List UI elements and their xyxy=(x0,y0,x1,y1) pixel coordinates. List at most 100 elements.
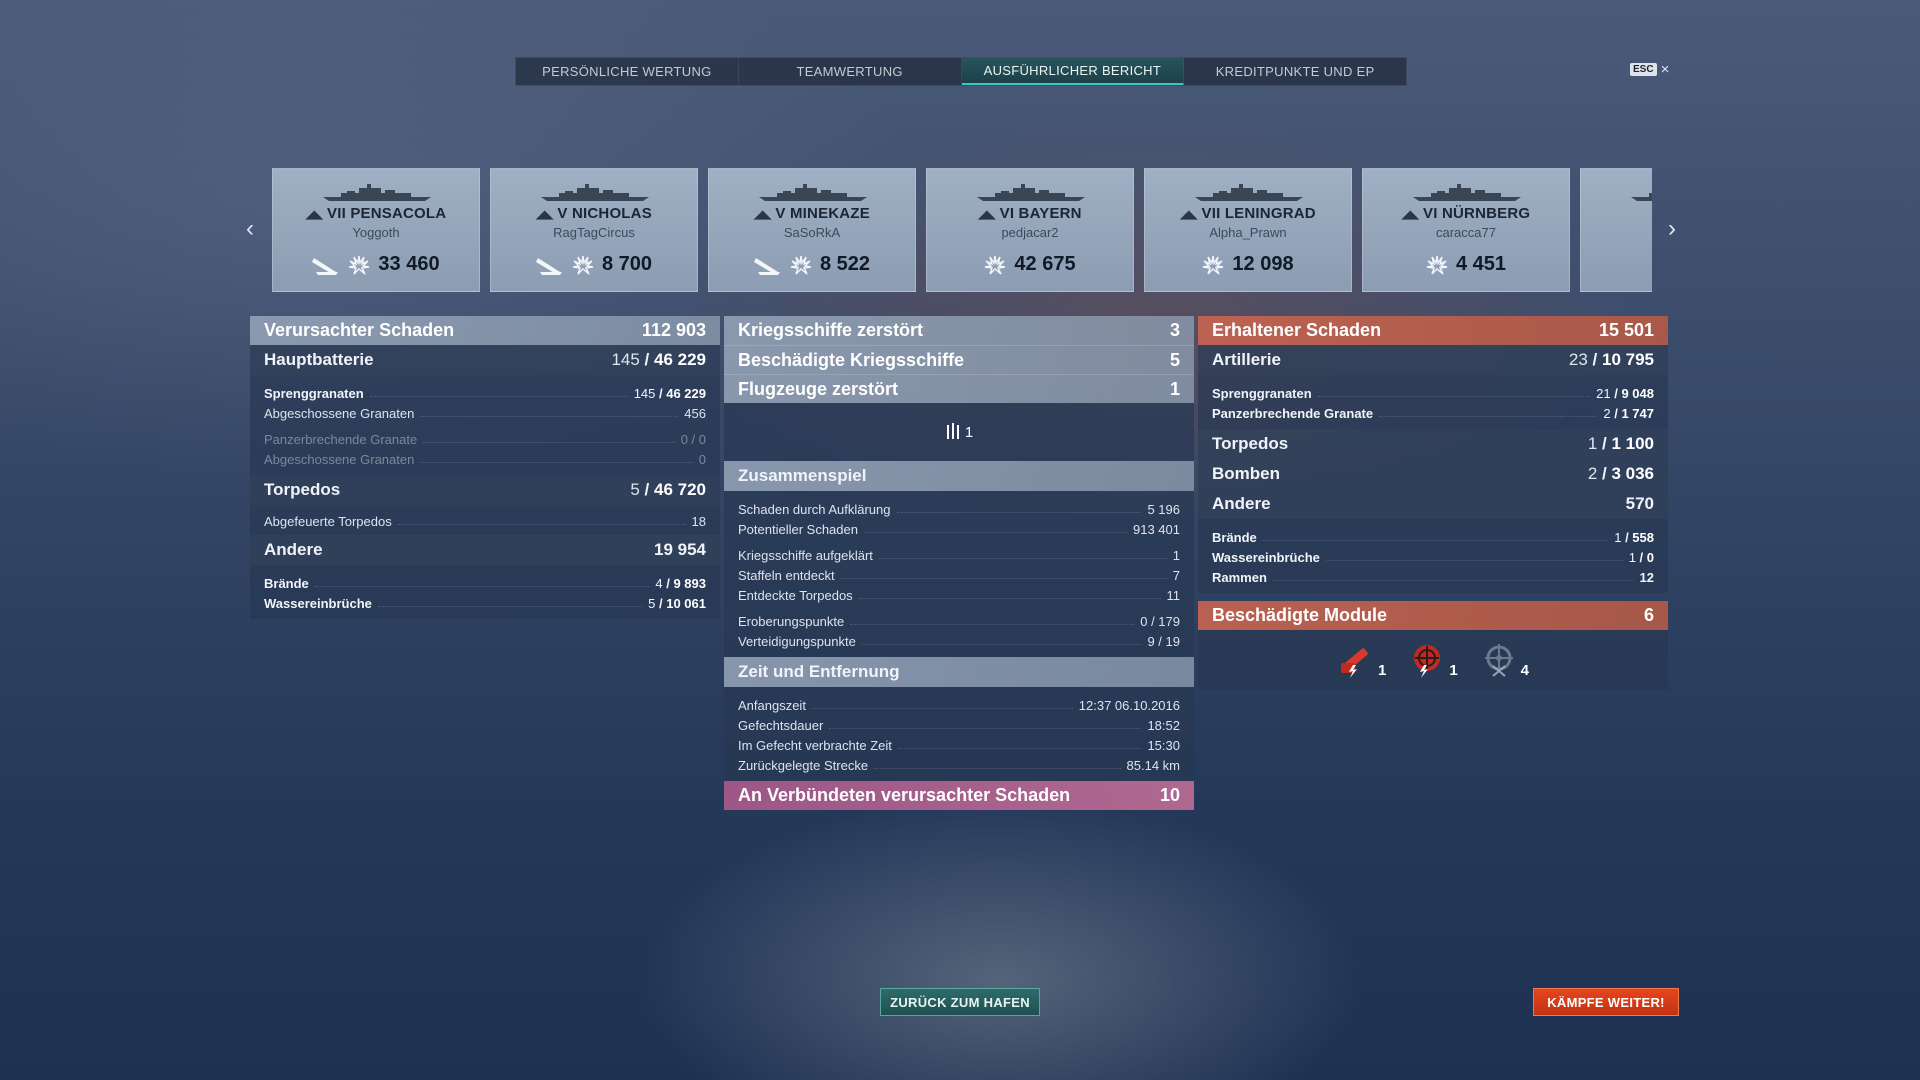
he-shells-row: Sprenggranaten 145 / 46 229 xyxy=(264,386,706,401)
damage-dealt-label: Verursachter Schaden xyxy=(264,320,455,340)
ship-name: ◢◣ VI NÜRNBERG xyxy=(1363,205,1569,222)
carousel-next-arrow-icon[interactable]: › xyxy=(1661,215,1683,242)
damaged-modules-icons: 1 1 4 xyxy=(1198,630,1668,690)
time-alive-row: Im Gefecht verbrachte Zeit 15:30 xyxy=(738,738,1180,753)
damage-dealt-header: Verursachter Schaden 112 903 xyxy=(250,316,720,345)
ship-name: ◢◣V xyxy=(1581,205,1652,222)
planes-destroyed-count: 1 xyxy=(964,423,974,441)
ship-class-icon: ◢◣ xyxy=(754,209,772,221)
capture-points-row: Eroberungspunkte 0 / 179 xyxy=(738,614,1180,629)
torpedos-spotted-row: Entdeckte Torpedos 11 xyxy=(738,588,1180,603)
squadrons-spotted-row: Staffeln entdeckt 7 xyxy=(738,568,1180,583)
artillery-header: Artillerie 23 / 10 795 xyxy=(1198,345,1668,375)
ship-class-icon: ◢◣ xyxy=(1180,209,1198,221)
fires-row: Brände 4 / 9 893 xyxy=(264,576,706,591)
ship-name-text: VI BAYERN xyxy=(999,205,1082,222)
ship-kill-icon xyxy=(312,257,339,275)
steering-module-item: 4 xyxy=(1480,641,1529,679)
other-damage-label: Andere xyxy=(264,540,323,559)
ap-fired-row: Abgeschossene Granaten 0 xyxy=(264,452,706,467)
engine-module-icon xyxy=(1414,645,1441,678)
ship-silhouette-icon xyxy=(1631,193,1652,201)
continue-fighting-button[interactable]: KÄMPFE WEITER! xyxy=(1533,988,1679,1016)
artillery-details: Sprenggranaten 21 / 9 048 Panzerbrechend… xyxy=(1198,375,1668,429)
damage-burst-icon xyxy=(790,255,812,275)
ship-damage-value: 12 098 xyxy=(1232,253,1294,275)
ship-name: ◢◣ V MINEKAZE xyxy=(709,205,915,222)
ap-shells-row: Panzerbrechende Granate 0 / 0 xyxy=(264,432,706,447)
ship-card[interactable]: ◢◣ VI BAYERN pedjacar2 42 675 xyxy=(926,168,1134,292)
ships-destroyed-row: Kriegsschiffe zerstört 3 xyxy=(724,316,1194,345)
ship-kill-icon xyxy=(535,257,562,275)
main-battery-details: Sprenggranaten 145 / 46 229 Abgeschossen… xyxy=(250,375,720,475)
ship-card[interactable]: ◢◣V xyxy=(1580,168,1652,292)
gun-module-icon xyxy=(1340,648,1368,678)
ship-card[interactable]: ◢◣ VII PENSACOLA Yoggoth 33 460 xyxy=(272,168,480,292)
other-damage-value: 19 954 xyxy=(654,540,706,559)
he-fired-row: Abgeschossene Granaten 456 xyxy=(264,406,706,421)
ship-name-text: V MINEKAZE xyxy=(775,205,870,222)
torpedos-header: Torpedos 5 / 46 720 xyxy=(250,475,720,505)
fighter-plane-icon xyxy=(946,423,959,439)
ship-name-text: V NICHOLAS xyxy=(557,205,652,222)
ship-damage-value: 4 451 xyxy=(1455,253,1507,275)
ship-stats: 4 451 xyxy=(1363,253,1569,276)
damage-received-header: Erhaltener Schaden 15 501 xyxy=(1198,316,1668,345)
ship-card[interactable]: ◢◣ V NICHOLAS RagTagCircus 8 700 xyxy=(490,168,698,292)
received-other-header: Andere 570 xyxy=(1198,489,1668,519)
close-button[interactable]: ESC × xyxy=(1630,62,1669,77)
ship-name-text: VI NÜRNBERG xyxy=(1423,205,1531,222)
received-flooding-row: Wassereinbrüche 1 / 0 xyxy=(1212,550,1654,565)
torpedos-details: Abgefeuerte Torpedos 18 xyxy=(250,505,720,535)
ship-stats: 42 675 xyxy=(927,253,1133,276)
close-icon: × xyxy=(1660,61,1670,78)
defense-points-row: Verteidigungspunkte 9 / 19 xyxy=(738,634,1180,649)
other-damage-details: Brände 4 / 9 893 Wassereinbrüche 5 / 10 … xyxy=(250,565,720,619)
ship-name-text: VII LENINGRAD xyxy=(1201,205,1316,222)
received-other-details: Brände 1 / 558 Wassereinbrüche 1 / 0 Ram… xyxy=(1198,519,1668,593)
ship-card[interactable]: ◢◣ V MINEKAZE SaSoRkA 8 522 xyxy=(708,168,916,292)
ship-silhouette-icon xyxy=(1195,184,1303,201)
ship-kill-icon xyxy=(753,257,780,275)
torpedos-value: 5 / 46 720 xyxy=(630,480,706,499)
player-name: pedjacar2 xyxy=(1001,225,1059,240)
main-battery-header: Hauptbatterie 145 / 46 229 xyxy=(250,345,720,375)
flooding-row: Wassereinbrüche 5 / 10 061 xyxy=(264,596,706,611)
ship-carousel: ◢◣ VII PENSACOLA Yoggoth 33 460 ◢◣ V NICHOLAS… xyxy=(272,168,1652,292)
main-battery-value: 145 / 46 229 xyxy=(611,350,706,369)
ship-class-icon: ◢◣ xyxy=(1401,209,1420,221)
ship-damage-value: 8 522 xyxy=(819,253,871,275)
other-damage-header: Andere 19 954 xyxy=(250,535,720,565)
torpedos-label: Torpedos xyxy=(264,480,341,499)
tab-team-score[interactable]: TEAMWERTUNG xyxy=(739,58,962,85)
ship-damage-value: 42 675 xyxy=(1014,253,1076,275)
planes-destroyed-row: Flugzeuge zerstört 1 xyxy=(724,374,1194,403)
player-name: caracca77 xyxy=(1436,225,1496,240)
ship-card[interactable]: ◢◣ VI NÜRNBERG caracca77 4 451 xyxy=(1362,168,1570,292)
battle-duration-row: Gefechtsdauer 18:52 xyxy=(738,718,1180,733)
return-to-port-button[interactable]: ZURÜCK ZUM HAFEN xyxy=(880,988,1040,1016)
received-ap-row: Panzerbrechende Granate 2 / 1 747 xyxy=(1212,406,1654,421)
teamplay-details: Schaden durch Aufklärung 5 196 Potentiell… xyxy=(724,491,1194,657)
ship-silhouette-icon xyxy=(759,184,867,201)
planes-destroyed-detail: 1 xyxy=(724,403,1194,461)
received-torpedos-header: Torpedos 1 / 1 100 xyxy=(1198,429,1668,459)
damage-received-panel: Erhaltener Schaden 15 501 Artillerie 23 … xyxy=(1198,316,1668,690)
ships-spotted-row: Kriegsschiffe aufgeklärt 1 xyxy=(738,548,1180,563)
spotting-damage-row: Schaden durch Aufklärung 5 196 xyxy=(738,502,1180,517)
tab-personal-score[interactable]: PERSÖNLICHE WERTUNG xyxy=(516,58,739,85)
damage-burst-icon xyxy=(572,255,594,275)
ship-silhouette-icon xyxy=(541,184,649,201)
teamplay-header: Zusammenspiel xyxy=(724,461,1194,491)
tab-credits-xp[interactable]: KREDITPUNKTE UND EP xyxy=(1184,58,1406,85)
ship-card[interactable]: ◢◣ VII LENINGRAD Alpha_Prawn 12 098 xyxy=(1144,168,1352,292)
ship-stats: 33 460 xyxy=(273,253,479,276)
damaged-modules-header: Beschädigte Module 6 xyxy=(1198,601,1668,630)
carousel-prev-arrow-icon[interactable]: ‹ xyxy=(239,215,261,242)
ship-stats: 12 098 xyxy=(1145,253,1351,276)
tab-detailed-report[interactable]: AUSFÜHRLICHER BERICHT xyxy=(961,58,1185,85)
steering-module-icon xyxy=(1484,644,1513,677)
damage-burst-icon xyxy=(1426,255,1448,275)
ship-silhouette-icon xyxy=(1413,184,1521,201)
received-bombs-header: Bomben 2 / 3 036 xyxy=(1198,459,1668,489)
